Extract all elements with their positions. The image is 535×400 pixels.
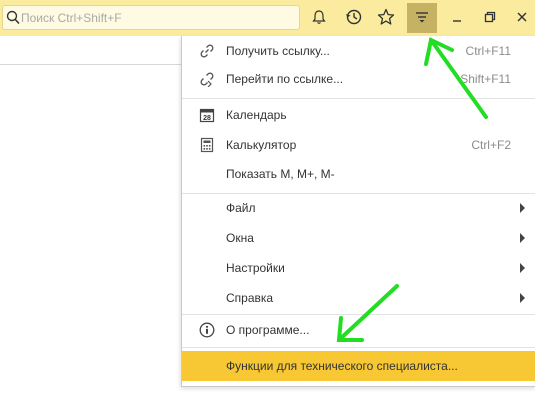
menu-item-shortcut: Shift+F11 (460, 72, 511, 86)
menu-item-label: Получить ссылку... (226, 44, 330, 58)
link-icon (199, 43, 215, 59)
favorites-button[interactable] (371, 3, 401, 33)
menu-item-label: Файл (226, 201, 256, 215)
search-box[interactable] (2, 5, 300, 30)
submenu-arrow-icon (520, 263, 525, 273)
main-menu-button[interactable] (407, 3, 437, 33)
menu-item-get-link[interactable]: Получить ссылку... Ctrl+F11 (182, 36, 535, 66)
menu-item-show-memory[interactable]: Показать M, M+, M- (182, 159, 535, 189)
menu-item-label: Калькулятор (226, 138, 297, 152)
main-menu-dropdown: Получить ссылку... Ctrl+F11 Перейти по с… (181, 36, 535, 387)
submenu-arrow-icon (520, 203, 525, 213)
menu-item-windows[interactable]: Окна (182, 223, 535, 253)
menu-item-follow-link[interactable]: Перейти по ссылке... Shift+F11 (182, 64, 535, 94)
menu-item-shortcut: Ctrl+F2 (471, 138, 511, 152)
minimize-button[interactable] (442, 3, 472, 33)
menu-item-label: Календарь (226, 108, 287, 122)
menu-icon (415, 10, 429, 27)
history-button[interactable] (339, 3, 369, 33)
svg-text:28: 28 (203, 115, 211, 122)
submenu-arrow-icon (520, 233, 525, 243)
title-bar (0, 0, 535, 36)
menu-separator (182, 98, 535, 99)
restore-icon (484, 11, 496, 26)
menu-separator (182, 347, 535, 348)
menu-item-calculator[interactable]: Калькулятор Ctrl+F2 (182, 130, 535, 160)
submenu-arrow-icon (520, 293, 525, 303)
restore-button[interactable] (475, 3, 505, 33)
menu-item-about[interactable]: О программе... (182, 315, 535, 345)
menu-item-tech-functions[interactable]: Функции для технического специалиста... (182, 351, 535, 381)
notifications-icon (311, 9, 327, 28)
menu-item-label: Окна (226, 231, 254, 245)
search-input[interactable] (21, 6, 291, 29)
calendar-icon: 28 (199, 107, 215, 123)
menu-item-label: О программе... (226, 323, 310, 337)
history-icon (345, 8, 363, 29)
calculator-icon (199, 137, 215, 153)
menu-item-settings[interactable]: Настройки (182, 253, 535, 283)
close-icon (516, 11, 528, 26)
notifications-button[interactable] (304, 3, 334, 33)
info-icon (199, 322, 215, 338)
section-panel-bar (0, 36, 181, 65)
menu-item-file[interactable]: Файл (182, 193, 535, 223)
search-icon (6, 10, 20, 28)
menu-item-shortcut: Ctrl+F11 (465, 44, 511, 58)
menu-item-label: Справка (226, 291, 274, 305)
menu-item-label: Перейти по ссылке... (226, 72, 344, 86)
menu-item-label: Показать M, M+, M- (226, 167, 335, 181)
star-icon (377, 8, 395, 29)
menu-item-label: Настройки (226, 261, 285, 275)
follow-link-icon (199, 71, 215, 88)
menu-item-calendar[interactable]: 28 Календарь (182, 100, 535, 130)
minimize-icon (451, 11, 463, 26)
menu-item-help[interactable]: Справка (182, 283, 535, 313)
menu-item-label: Функции для технического специалиста... (226, 359, 458, 373)
close-button[interactable] (507, 3, 535, 33)
